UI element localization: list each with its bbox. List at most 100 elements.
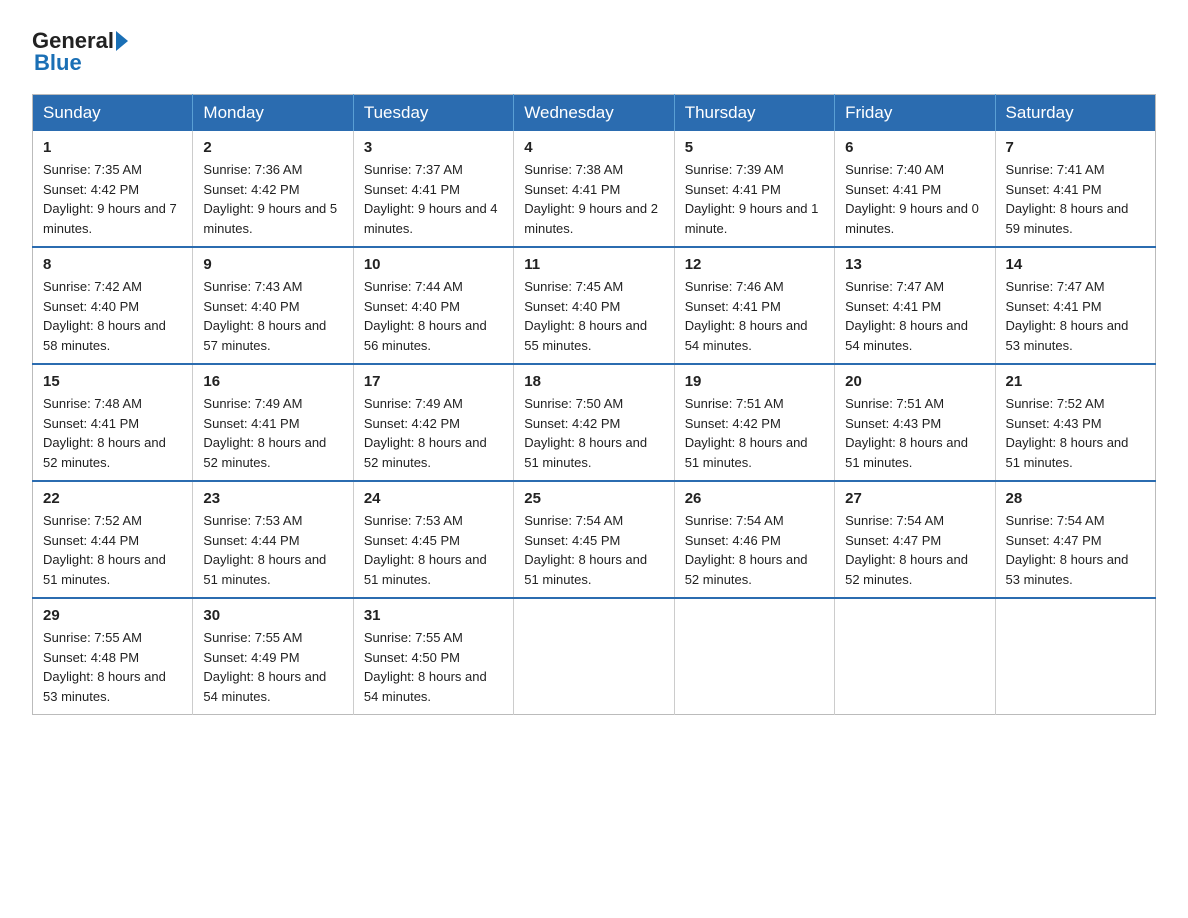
calendar-day-cell: 31 Sunrise: 7:55 AMSunset: 4:50 PMDayligh… <box>353 598 513 715</box>
calendar-weekday-monday: Monday <box>193 95 353 132</box>
calendar-weekday-wednesday: Wednesday <box>514 95 674 132</box>
calendar-day-cell: 15 Sunrise: 7:48 AMSunset: 4:41 PMDayligh… <box>33 364 193 481</box>
day-info: Sunrise: 7:38 AMSunset: 4:41 PMDaylight:… <box>524 160 663 238</box>
calendar-day-cell: 25 Sunrise: 7:54 AMSunset: 4:45 PMDayligh… <box>514 481 674 598</box>
day-number: 19 <box>685 373 824 390</box>
day-info: Sunrise: 7:47 AMSunset: 4:41 PMDaylight:… <box>1006 277 1145 355</box>
calendar-day-cell <box>514 598 674 715</box>
day-info: Sunrise: 7:39 AMSunset: 4:41 PMDaylight:… <box>685 160 824 238</box>
day-number: 18 <box>524 373 663 390</box>
day-number: 12 <box>685 256 824 273</box>
calendar-table: SundayMondayTuesdayWednesdayThursdayFrid… <box>32 94 1156 715</box>
day-info: Sunrise: 7:44 AMSunset: 4:40 PMDaylight:… <box>364 277 503 355</box>
calendar-day-cell: 16Sunrise: 7:49 AMSunset: 4:41 PMDayligh… <box>193 364 353 481</box>
calendar-week-row: 22 Sunrise: 7:52 AMSunset: 4:44 PMDayligh… <box>33 481 1156 598</box>
day-info: Sunrise: 7:51 AMSunset: 4:43 PMDaylight:… <box>845 394 984 472</box>
day-number: 28 <box>1006 490 1145 507</box>
day-number: 20 <box>845 373 984 390</box>
day-number: 14 <box>1006 256 1145 273</box>
day-info: Sunrise: 7:43 AMSunset: 4:40 PMDaylight:… <box>203 277 342 355</box>
day-info: Sunrise: 7:49 AMSunset: 4:41 PMDaylight:… <box>203 394 342 472</box>
day-info: Sunrise: 7:42 AMSunset: 4:40 PMDaylight:… <box>43 277 182 355</box>
day-info: Sunrise: 7:54 AMSunset: 4:45 PMDaylight:… <box>524 511 663 589</box>
calendar-day-cell: 18 Sunrise: 7:50 AMSunset: 4:42 PMDayligh… <box>514 364 674 481</box>
day-info: Sunrise: 7:53 AMSunset: 4:44 PMDaylight:… <box>203 511 342 589</box>
day-info: Sunrise: 7:51 AMSunset: 4:42 PMDaylight:… <box>685 394 824 472</box>
logo-arrow-icon <box>116 31 128 51</box>
day-number: 29 <box>43 607 182 624</box>
day-number: 6 <box>845 139 984 156</box>
day-info: Sunrise: 7:53 AMSunset: 4:45 PMDaylight:… <box>364 511 503 589</box>
calendar-day-cell: 28 Sunrise: 7:54 AMSunset: 4:47 PMDayligh… <box>995 481 1155 598</box>
day-info: Sunrise: 7:41 AMSunset: 4:41 PMDaylight:… <box>1006 160 1145 238</box>
calendar-day-cell: 20 Sunrise: 7:51 AMSunset: 4:43 PMDayligh… <box>835 364 995 481</box>
calendar-day-cell <box>995 598 1155 715</box>
calendar-day-cell: 26 Sunrise: 7:54 AMSunset: 4:46 PMDayligh… <box>674 481 834 598</box>
day-number: 1 <box>43 139 182 156</box>
calendar-day-cell: 2 Sunrise: 7:36 AMSunset: 4:42 PMDaylight… <box>193 131 353 247</box>
calendar-day-cell: 6 Sunrise: 7:40 AMSunset: 4:41 PMDaylight… <box>835 131 995 247</box>
day-number: 24 <box>364 490 503 507</box>
day-number: 7 <box>1006 139 1145 156</box>
day-number: 15 <box>43 373 182 390</box>
calendar-day-cell: 10Sunrise: 7:44 AMSunset: 4:40 PMDayligh… <box>353 247 513 364</box>
day-number: 11 <box>524 256 663 273</box>
day-info: Sunrise: 7:50 AMSunset: 4:42 PMDaylight:… <box>524 394 663 472</box>
day-info: Sunrise: 7:36 AMSunset: 4:42 PMDaylight:… <box>203 160 342 238</box>
calendar-day-cell: 19 Sunrise: 7:51 AMSunset: 4:42 PMDayligh… <box>674 364 834 481</box>
day-number: 4 <box>524 139 663 156</box>
calendar-week-row: 15 Sunrise: 7:48 AMSunset: 4:41 PMDayligh… <box>33 364 1156 481</box>
day-info: Sunrise: 7:54 AMSunset: 4:47 PMDaylight:… <box>1006 511 1145 589</box>
calendar-weekday-sunday: Sunday <box>33 95 193 132</box>
day-number: 9 <box>203 256 342 273</box>
calendar-day-cell: 1 Sunrise: 7:35 AMSunset: 4:42 PMDaylight… <box>33 131 193 247</box>
calendar-week-row: 8 Sunrise: 7:42 AMSunset: 4:40 PMDaylight… <box>33 247 1156 364</box>
day-number: 8 <box>43 256 182 273</box>
day-info: Sunrise: 7:37 AMSunset: 4:41 PMDaylight:… <box>364 160 503 238</box>
calendar-day-cell: 27 Sunrise: 7:54 AMSunset: 4:47 PMDayligh… <box>835 481 995 598</box>
day-info: Sunrise: 7:45 AMSunset: 4:40 PMDaylight:… <box>524 277 663 355</box>
day-info: Sunrise: 7:49 AMSunset: 4:42 PMDaylight:… <box>364 394 503 472</box>
calendar-week-row: 29Sunrise: 7:55 AMSunset: 4:48 PMDayligh… <box>33 598 1156 715</box>
calendar-day-cell: 30 Sunrise: 7:55 AMSunset: 4:49 PMDayligh… <box>193 598 353 715</box>
day-info: Sunrise: 7:52 AMSunset: 4:44 PMDaylight:… <box>43 511 182 589</box>
calendar-weekday-thursday: Thursday <box>674 95 834 132</box>
day-info: Sunrise: 7:47 AMSunset: 4:41 PMDaylight:… <box>845 277 984 355</box>
day-info: Sunrise: 7:48 AMSunset: 4:41 PMDaylight:… <box>43 394 182 472</box>
calendar-day-cell: 3 Sunrise: 7:37 AMSunset: 4:41 PMDaylight… <box>353 131 513 247</box>
logo-blue-text: Blue <box>34 50 82 75</box>
calendar-day-cell: 22 Sunrise: 7:52 AMSunset: 4:44 PMDayligh… <box>33 481 193 598</box>
day-info: Sunrise: 7:54 AMSunset: 4:47 PMDaylight:… <box>845 511 984 589</box>
day-info: Sunrise: 7:55 AMSunset: 4:49 PMDaylight:… <box>203 628 342 706</box>
day-number: 31 <box>364 607 503 624</box>
calendar-day-cell: 23 Sunrise: 7:53 AMSunset: 4:44 PMDayligh… <box>193 481 353 598</box>
logo: General Blue <box>32 24 130 76</box>
day-info: Sunrise: 7:35 AMSunset: 4:42 PMDaylight:… <box>43 160 182 238</box>
header: General Blue <box>32 24 1156 76</box>
day-info: Sunrise: 7:46 AMSunset: 4:41 PMDaylight:… <box>685 277 824 355</box>
day-number: 17 <box>364 373 503 390</box>
calendar-day-cell: 13Sunrise: 7:47 AMSunset: 4:41 PMDayligh… <box>835 247 995 364</box>
calendar-weekday-friday: Friday <box>835 95 995 132</box>
day-info: Sunrise: 7:40 AMSunset: 4:41 PMDaylight:… <box>845 160 984 238</box>
calendar-day-cell: 12 Sunrise: 7:46 AMSunset: 4:41 PMDayligh… <box>674 247 834 364</box>
calendar-day-cell: 8 Sunrise: 7:42 AMSunset: 4:40 PMDaylight… <box>33 247 193 364</box>
day-info: Sunrise: 7:54 AMSunset: 4:46 PMDaylight:… <box>685 511 824 589</box>
calendar-day-cell: 14 Sunrise: 7:47 AMSunset: 4:41 PMDayligh… <box>995 247 1155 364</box>
day-number: 2 <box>203 139 342 156</box>
calendar-day-cell: 7 Sunrise: 7:41 AMSunset: 4:41 PMDaylight… <box>995 131 1155 247</box>
calendar-day-cell: 17 Sunrise: 7:49 AMSunset: 4:42 PMDayligh… <box>353 364 513 481</box>
day-number: 26 <box>685 490 824 507</box>
day-info: Sunrise: 7:55 AMSunset: 4:50 PMDaylight:… <box>364 628 503 706</box>
day-number: 25 <box>524 490 663 507</box>
calendar-day-cell <box>835 598 995 715</box>
day-number: 3 <box>364 139 503 156</box>
calendar-week-row: 1 Sunrise: 7:35 AMSunset: 4:42 PMDaylight… <box>33 131 1156 247</box>
calendar-weekday-saturday: Saturday <box>995 95 1155 132</box>
day-number: 27 <box>845 490 984 507</box>
day-number: 5 <box>685 139 824 156</box>
day-number: 22 <box>43 490 182 507</box>
day-number: 30 <box>203 607 342 624</box>
day-info: Sunrise: 7:52 AMSunset: 4:43 PMDaylight:… <box>1006 394 1145 472</box>
day-number: 23 <box>203 490 342 507</box>
